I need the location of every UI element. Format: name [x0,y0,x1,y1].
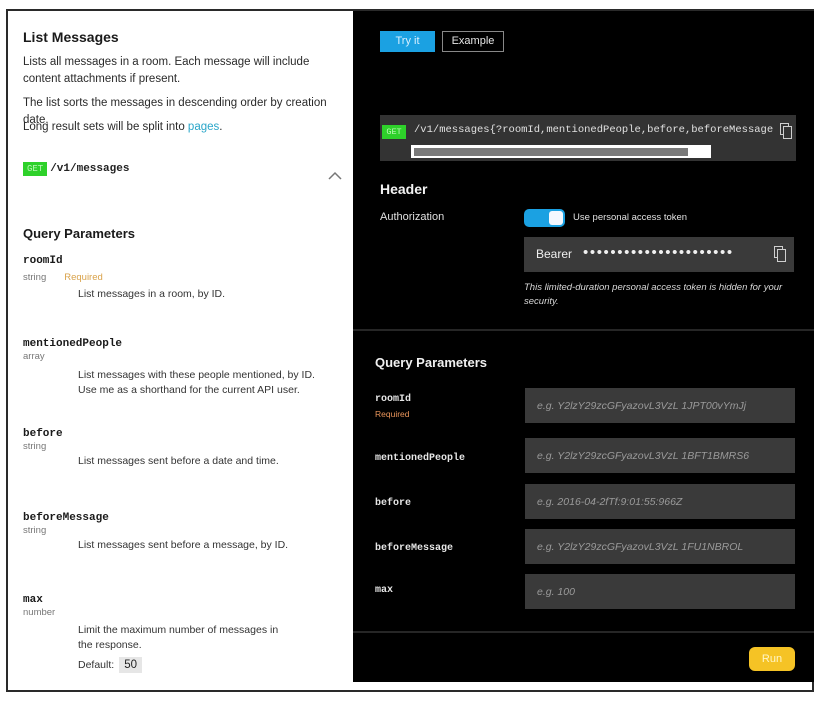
before-input[interactable] [525,484,795,519]
field-label-roomId: roomId [375,394,412,405]
request-method-badge: GET [382,125,406,139]
param-description: List messages sent before a date and tim… [78,455,279,467]
param-default: Default: 50 [78,657,343,673]
beforeMessage-input[interactable] [525,529,795,564]
scrollbar-thumb[interactable] [414,148,688,156]
param-type: string [23,525,47,536]
param-before: before string List messages sent before … [23,428,343,469]
field-label-before: before [375,498,412,509]
description-3-suffix: . [219,121,223,133]
toggle-knob [549,211,563,225]
documentation-panel: List Messages Lists all messages in a ro… [8,11,353,690]
pages-link[interactable]: pages [188,121,219,133]
param-name: roomId [23,255,63,267]
param-name: max [23,594,43,606]
try-it-console: Try it Example GET /v1/messages{?roomId,… [353,11,814,682]
roomId-input[interactable] [525,388,795,423]
description-3: Long result sets will be split into page… [23,119,343,136]
description-3-prefix: Long result sets will be split into [23,121,188,133]
param-description: List messages sent before a message, by … [78,539,289,551]
url-horizontal-scrollbar[interactable] [411,145,711,158]
required-badge: Required [64,272,103,283]
param-type: number [23,607,56,618]
bearer-label: Bearer [536,247,573,261]
param-description: List messages in a room, by ID. [78,288,226,300]
field-label-max: max [375,585,394,596]
default-label: Default: [78,659,115,671]
personal-token-toggle[interactable] [524,209,565,227]
required-badge: Required [375,409,410,419]
param-description-2: Use me as a shorthand for the current AP… [78,384,300,396]
authorization-label: Authorization [380,211,445,223]
field-label-mentionedPeople: mentionedPeople [375,453,466,464]
default-value: 50 [119,657,142,673]
page-title: List Messages [23,29,119,45]
param-description: Limit the maximum number of messages in … [78,624,279,651]
bearer-token-field[interactable]: Bearer •••••••••••••••••••••• [524,237,794,272]
param-name: mentionedPeople [23,338,123,350]
max-input[interactable] [525,574,795,609]
tab-example[interactable]: Example [442,31,504,52]
endpoint-row: GET /v1/messages [23,162,129,176]
chevron-up-icon[interactable] [328,171,342,181]
param-description: List messages with these people mentione… [78,369,315,381]
mentionedPeople-input[interactable] [525,438,795,473]
tab-try-it[interactable]: Try it [380,31,435,52]
param-type: string [23,272,47,283]
toggle-label: Use personal access token [573,212,688,223]
description-1: Lists all messages in a room. Each messa… [23,56,310,85]
endpoint-path: /v1/messages [50,163,130,175]
run-button[interactable]: Run [749,647,795,671]
copy-icon[interactable] [774,246,786,262]
token-hidden-note: This limited-duration personal access to… [524,282,783,307]
param-max: max number Limit the maximum number of m… [23,594,343,673]
param-type: array [23,351,45,362]
param-beforeMessage: beforeMessage string List messages sent … [23,512,343,553]
request-url-box: GET /v1/messages{?roomId,mentionedPeople… [380,115,796,161]
param-name: before [23,428,63,440]
masked-token: •••••••••••••••••••••• [583,244,734,261]
param-mentionedPeople: mentionedPeople array List messages with… [23,338,343,398]
console-query-parameters-heading: Query Parameters [375,355,488,370]
header-section-title: Header [380,181,428,197]
copy-icon[interactable] [780,123,792,139]
field-label-beforeMessage: beforeMessage [375,543,454,554]
param-roomId: roomId string Required List messages in a… [23,255,343,302]
param-type: string [23,441,47,452]
request-url: /v1/messages{?roomId,mentionedPeople,bef… [414,124,774,136]
api-doc-frame: List Messages Lists all messages in a ro… [6,9,814,692]
method-badge: GET [23,162,48,176]
section-divider [353,329,814,331]
query-parameters-heading: Query Parameters [23,226,136,241]
section-divider [353,631,814,633]
param-name: beforeMessage [23,512,109,524]
